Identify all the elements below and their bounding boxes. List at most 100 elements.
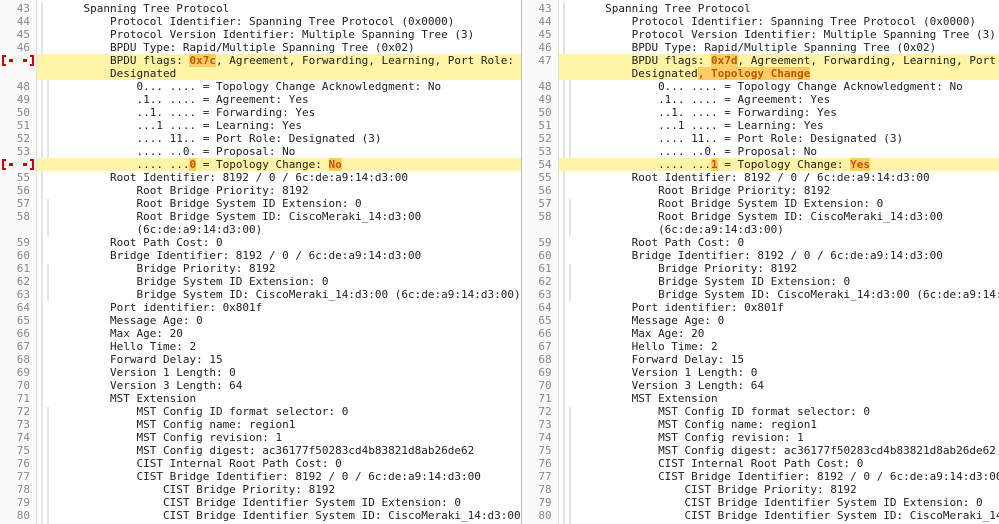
packet-field-row[interactable]: Version 1 Length: 0 (559, 366, 999, 379)
packet-field-text: Bridge System ID: CiscoMeraki_14:d3:00 (… (559, 288, 999, 301)
packet-field-text: CIST Bridge Identifier: 8192 / 0 / 6c:de… (559, 470, 999, 483)
packet-field-row[interactable]: MST Config name: region1 (37, 418, 521, 431)
packet-field-row[interactable]: .... ..0. = Proposal: No (37, 145, 521, 158)
packet-field-row[interactable]: Bridge System ID Extension: 0 (559, 275, 999, 288)
packet-field-row[interactable]: Designated (37, 67, 521, 80)
packet-field-row[interactable]: .1.. .... = Agreement: Yes (559, 93, 999, 106)
packet-field-row[interactable]: .... ...1 = Topology Change: Yes (559, 158, 999, 171)
packet-field-row[interactable]: .... 11.. = Port Role: Designated (3) (559, 132, 999, 145)
packet-field-row[interactable]: MST Config digest: ac36177f50283cd4b8382… (37, 444, 521, 457)
packet-field-row[interactable]: Root Identifier: 8192 / 0 / 6c:de:a9:14:… (37, 171, 521, 184)
packet-field-row[interactable]: CIST Bridge Identifier System ID: CiscoM… (37, 509, 521, 522)
packet-field-row[interactable]: BPDU flags: 0x7c, Agreement, Forwarding,… (37, 54, 521, 67)
diff-token: , Topology Change (698, 67, 811, 80)
packet-field-row[interactable]: CIST Bridge Identifier: 8192 / 0 / 6c:de… (37, 470, 521, 483)
packet-field-row[interactable]: CIST Bridge Priority: 8192 (559, 483, 999, 496)
packet-field-row[interactable]: MST Config ID format selector: 0 (37, 405, 521, 418)
packet-field-row[interactable]: ..1. .... = Forwarding: Yes (37, 106, 521, 119)
packet-field-text: (6c:de:a9:14:d3:00) (559, 223, 784, 236)
packet-field-row[interactable]: Root Bridge Priority: 8192 (37, 184, 521, 197)
packet-field-row[interactable]: Version 3 Length: 64 (559, 379, 999, 392)
packet-field-row[interactable]: Forward Delay: 15 (37, 353, 521, 366)
line-number: 45 (522, 28, 558, 41)
content-right[interactable]: Spanning Tree Protocol Protocol Identifi… (559, 0, 999, 524)
packet-field-row[interactable]: .... 11.. = Port Role: Designated (3) (37, 132, 521, 145)
packet-field-row[interactable]: Hello Time: 2 (559, 340, 999, 353)
packet-field-row[interactable]: Port identifier: 0x801f (37, 301, 521, 314)
packet-field-row[interactable]: Bridge System ID: CiscoMeraki_14:d3:00 (… (559, 288, 999, 301)
packet-field-row[interactable]: Bridge Identifier: 8192 / 0 / 6c:de:a9:1… (559, 249, 999, 262)
line-number (522, 67, 558, 80)
packet-field-row[interactable]: Version 1 Length: 0 (37, 366, 521, 379)
packet-field-row[interactable]: Message Age: 0 (559, 314, 999, 327)
packet-field-row[interactable]: Hello Time: 2 (37, 340, 521, 353)
packet-field-row[interactable]: MST Config revision: 1 (559, 431, 999, 444)
line-number: 58 (0, 210, 36, 223)
packet-field-row[interactable]: Root Bridge System ID: CiscoMeraki_14:d3… (37, 210, 521, 223)
packet-field-row[interactable]: Spanning Tree Protocol (37, 2, 521, 15)
content-left[interactable]: Spanning Tree Protocol Protocol Identifi… (37, 0, 521, 524)
packet-field-row[interactable]: .... ...0 = Topology Change: No (37, 158, 521, 171)
packet-field-row[interactable]: Max Age: 20 (37, 327, 521, 340)
packet-field-row[interactable]: MST Extension (37, 392, 521, 405)
packet-field-row[interactable]: Port identifier: 0x801f (559, 301, 999, 314)
packet-field-row[interactable]: Bridge Identifier: 8192 / 0 / 6c:de:a9:1… (37, 249, 521, 262)
packet-field-row[interactable]: Bridge System ID Extension: 0 (37, 275, 521, 288)
packet-field-row[interactable]: Max Age: 20 (559, 327, 999, 340)
packet-field-row[interactable]: CIST Bridge Identifier System ID Extensi… (559, 496, 999, 509)
packet-field-row[interactable]: ...1 .... = Learning: Yes (37, 119, 521, 132)
packet-field-row[interactable]: BPDU flags: 0x7d, Agreement, Forwarding,… (559, 54, 999, 67)
packet-field-row[interactable]: Version 3 Length: 64 (37, 379, 521, 392)
packet-field-row[interactable]: 0... .... = Topology Change Acknowledgme… (37, 80, 521, 93)
packet-field-row[interactable]: MST Config revision: 1 (37, 431, 521, 444)
packet-field-row[interactable]: Protocol Version Identifier: Multiple Sp… (37, 28, 521, 41)
pane-left[interactable]: 4344454647484950515253545556575859606162… (0, 0, 522, 524)
packet-field-row[interactable]: CIST Bridge Identifier: 8192 / 0 / 6c:de… (559, 470, 999, 483)
line-number: 60 (522, 249, 558, 262)
packet-field-row[interactable]: Protocol Identifier: Spanning Tree Proto… (37, 15, 521, 28)
packet-field-row[interactable]: MST Extension (559, 392, 999, 405)
packet-field-row[interactable]: MST Config ID format selector: 0 (559, 405, 999, 418)
packet-field-row[interactable]: CIST Bridge Identifier System ID: CiscoM… (559, 509, 999, 522)
packet-field-row[interactable]: Root Path Cost: 0 (37, 236, 521, 249)
packet-field-row[interactable]: Root Bridge System ID Extension: 0 (37, 197, 521, 210)
packet-field-row[interactable]: Designated, Topology Change (559, 67, 999, 80)
packet-field-text: Port identifier: 0x801f (37, 301, 262, 314)
packet-field-row[interactable]: BPDU Type: Rapid/Multiple Spanning Tree … (37, 41, 521, 54)
line-number (0, 67, 36, 80)
packet-field-row[interactable]: Root Bridge System ID: CiscoMeraki_14:d3… (559, 210, 999, 223)
packet-field-row[interactable]: .... ..0. = Proposal: No (559, 145, 999, 158)
packet-field-row[interactable]: CIST Internal Root Path Cost: 0 (559, 457, 999, 470)
packet-field-row[interactable]: ..1. .... = Forwarding: Yes (559, 106, 999, 119)
packet-field-text: BPDU flags: 0x7c, Agreement, Forwarding,… (37, 54, 514, 67)
pane-right[interactable]: 4344454647484950515253545556575859606162… (522, 0, 999, 524)
line-number: 79 (522, 496, 558, 509)
packet-field-row[interactable]: Message Age: 0 (37, 314, 521, 327)
packet-field-row[interactable]: Bridge Priority: 8192 (559, 262, 999, 275)
packet-field-row[interactable]: Root Bridge System ID Extension: 0 (559, 197, 999, 210)
packet-field-row[interactable]: MST Config name: region1 (559, 418, 999, 431)
packet-field-row[interactable]: Root Bridge Priority: 8192 (559, 184, 999, 197)
packet-field-row[interactable]: ...1 .... = Learning: Yes (559, 119, 999, 132)
packet-field-text: CIST Bridge Identifier System ID Extensi… (559, 496, 983, 509)
packet-field-row[interactable]: (6c:de:a9:14:d3:00) (559, 223, 999, 236)
packet-field-row[interactable]: CIST Bridge Identifier System ID Extensi… (37, 496, 521, 509)
packet-field-row[interactable]: Forward Delay: 15 (559, 353, 999, 366)
packet-field-row[interactable]: .1.. .... = Agreement: Yes (37, 93, 521, 106)
packet-field-row[interactable]: Protocol Identifier: Spanning Tree Proto… (559, 15, 999, 28)
line-number: 43 (0, 2, 36, 15)
packet-field-row[interactable]: (6c:de:a9:14:d3:00) (37, 223, 521, 236)
packet-field-row[interactable]: Root Path Cost: 0 (559, 236, 999, 249)
packet-field-row[interactable]: Bridge Priority: 8192 (37, 262, 521, 275)
packet-field-row[interactable]: Bridge System ID: CiscoMeraki_14:d3:00 (… (37, 288, 521, 301)
packet-field-text: ..1. .... = Forwarding: Yes (37, 106, 315, 119)
packet-field-text: Spanning Tree Protocol (559, 2, 751, 15)
packet-field-row[interactable]: MST Config digest: ac36177f50283cd4b8382… (559, 444, 999, 457)
packet-field-row[interactable]: CIST Internal Root Path Cost: 0 (37, 457, 521, 470)
packet-field-row[interactable]: 0... .... = Topology Change Acknowledgme… (559, 80, 999, 93)
packet-field-row[interactable]: CIST Bridge Priority: 8192 (37, 483, 521, 496)
packet-field-row[interactable]: BPDU Type: Rapid/Multiple Spanning Tree … (559, 41, 999, 54)
packet-field-row[interactable]: Protocol Version Identifier: Multiple Sp… (559, 28, 999, 41)
packet-field-row[interactable]: Spanning Tree Protocol (559, 2, 999, 15)
packet-field-row[interactable]: Root Identifier: 8192 / 0 / 6c:de:a9:14:… (559, 171, 999, 184)
